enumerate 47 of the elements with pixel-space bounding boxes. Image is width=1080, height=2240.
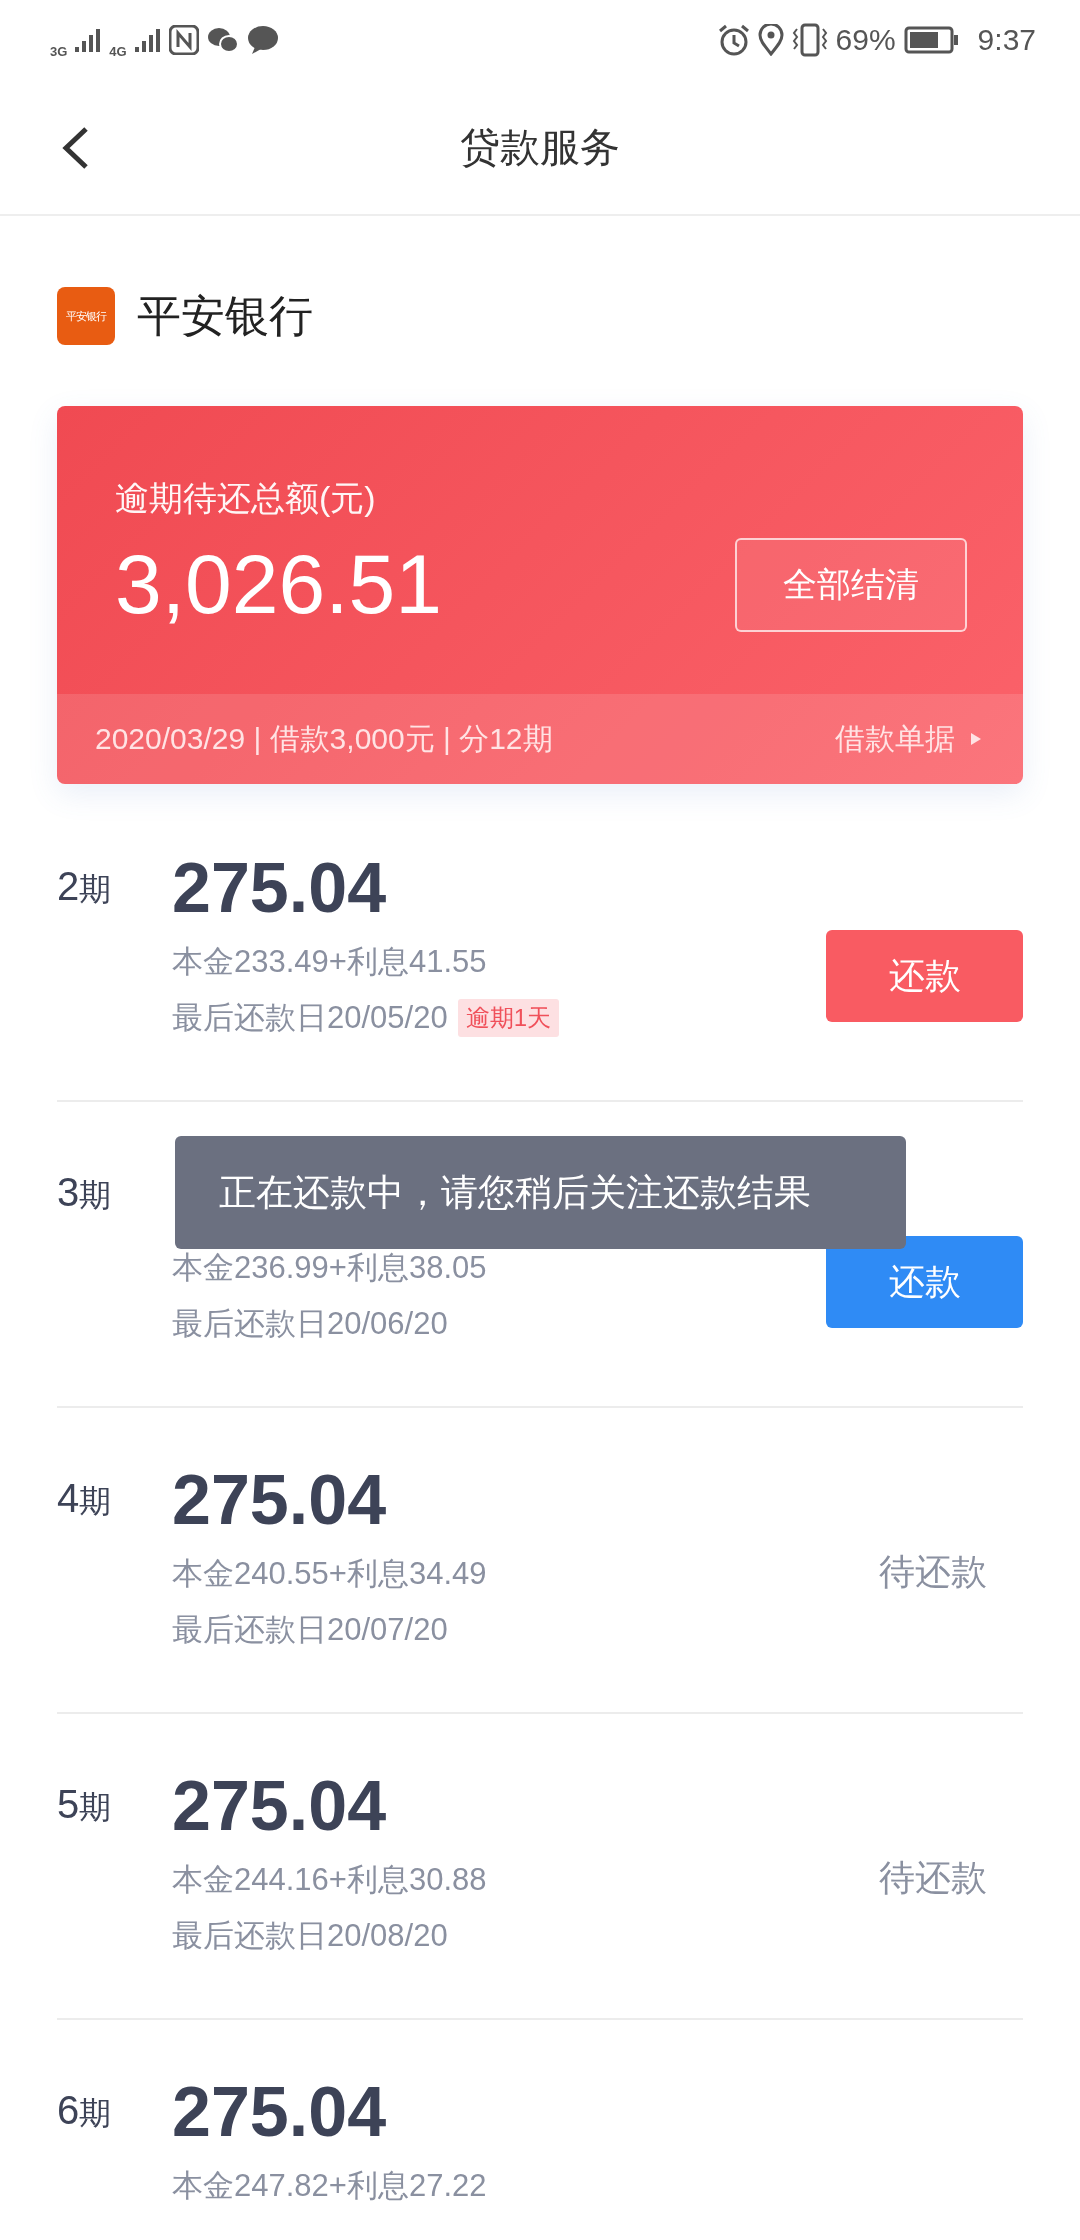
principal-interest: 本金244.16+利息30.88 <box>172 1861 488 1899</box>
battery-percent: 69% <box>835 23 896 57</box>
repay-button[interactable]: 还款 <box>826 930 1023 1022</box>
due-date: 最后还款日20/05/20 <box>172 999 448 1037</box>
nfc-icon <box>168 25 199 55</box>
clock-time: 9:37 <box>977 23 1036 57</box>
message-icon <box>246 25 279 55</box>
loan-info: 2020/03/29 | 借款3,000元 | 分12期 <box>95 720 554 757</box>
chat-bubbles-icon <box>206 26 239 54</box>
installment-amount: 275.04 <box>172 848 388 929</box>
total-amount: 3,026.51 <box>115 542 443 626</box>
triangle-icon <box>969 731 983 747</box>
status-toast: 正在还款中，请您稍后关注还款结果 <box>175 1136 906 1249</box>
bank-logo: 平安银行 <box>57 287 115 345</box>
due-date: 最后还款日20/08/20 <box>172 1917 448 1955</box>
signal-icon <box>75 27 102 53</box>
period-label: 3期 <box>57 1169 113 1216</box>
battery-icon <box>903 26 958 54</box>
page-title: 贷款服务 <box>460 123 620 171</box>
total-label: 逾期待还总额(元) <box>115 478 377 519</box>
settle-all-button[interactable]: 全部结清 <box>735 538 967 632</box>
period-label: 6期 <box>57 2087 113 2134</box>
bank-name: 平安银行 <box>137 289 313 342</box>
due-date: 最后还款日20/06/20 <box>172 1305 448 1343</box>
period-label: 5期 <box>57 1781 113 1828</box>
installment-amount: 275.04 <box>172 1460 388 1541</box>
network-label: 4G <box>109 43 127 59</box>
installment-amount: 275.04 <box>172 1766 388 1847</box>
signal-icon <box>134 27 161 53</box>
location-icon <box>757 24 784 56</box>
due-date: 最后还款日20/07/20 <box>172 1611 448 1649</box>
principal-interest: 本金247.82+利息27.22 <box>172 2167 488 2205</box>
network-label: 3G <box>50 43 68 59</box>
pending-status: 待还款 <box>879 1550 988 1594</box>
installment-amount: 275.04 <box>172 2072 388 2153</box>
vibrate-icon <box>791 23 828 57</box>
alarm-icon <box>717 24 750 56</box>
pending-status: 待还款 <box>879 1856 988 1900</box>
principal-interest: 本金236.99+利息38.05 <box>172 1249 488 1287</box>
principal-interest: 本金240.55+利息34.49 <box>172 1555 488 1593</box>
receipt-link[interactable]: 借款单据 <box>835 718 983 760</box>
back-chevron-icon <box>60 126 90 170</box>
overdue-badge: 逾期1天 <box>457 999 560 1037</box>
period-label: 4期 <box>57 1475 113 1522</box>
period-label: 2期 <box>57 863 113 910</box>
repay-button[interactable]: 还款 <box>826 1236 1023 1328</box>
principal-interest: 本金233.49+利息41.55 <box>172 943 488 981</box>
